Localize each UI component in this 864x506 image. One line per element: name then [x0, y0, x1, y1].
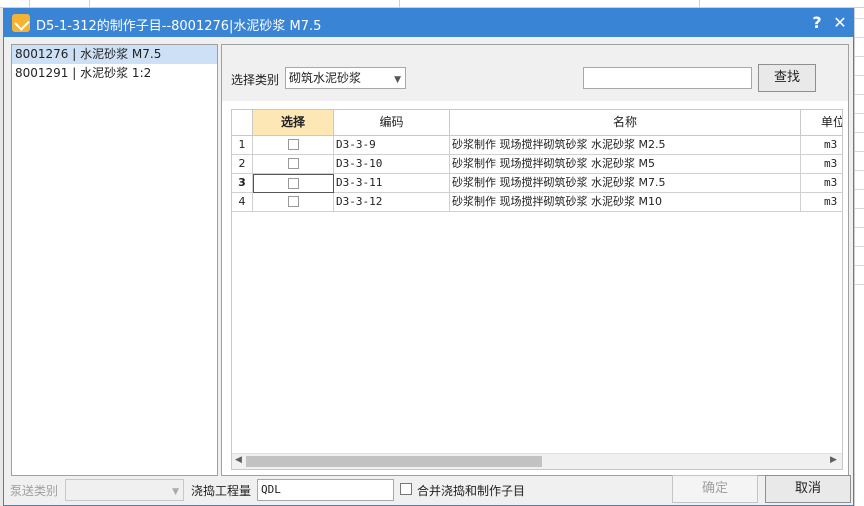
background-app-strip: [0, 0, 864, 8]
row-select-cell[interactable]: [253, 193, 334, 212]
row-code: D3-3-9: [334, 136, 450, 155]
row-number: 2: [232, 155, 253, 174]
row-unit: m3: [801, 136, 842, 155]
row-number: 1: [232, 136, 253, 155]
row-number: 4: [232, 193, 253, 212]
pour-quantity-input[interactable]: QDL: [257, 479, 394, 501]
row-code: D3-3-11: [334, 174, 450, 193]
row-unit: m3: [801, 155, 842, 174]
table-row[interactable]: 1 D3-3-9 砂浆制作 现场搅拌砌筑砂浆 水泥砂浆 M2.5 m3: [232, 136, 842, 155]
category-select[interactable]: 砌筑水泥砂浆 ▼: [285, 67, 406, 89]
row-number: 3: [232, 174, 253, 193]
scrollbar-thumb[interactable]: [246, 456, 542, 467]
filter-bar: 选择类别 砌筑水泥砂浆 ▼ 查找: [222, 45, 848, 101]
category-label: 选择类别: [231, 73, 280, 87]
header-name[interactable]: 名称: [450, 110, 801, 136]
row-select-cell[interactable]: [253, 155, 334, 174]
header-select[interactable]: 选择: [253, 110, 334, 136]
list-item-8001276[interactable]: 8001276 | 水泥砂浆 M7.5: [12, 45, 217, 64]
row-name: 砂浆制作 现场搅拌砌筑砂浆 水泥砂浆 M7.5: [450, 174, 801, 193]
dropdown-arrow-icon: ▼: [172, 487, 179, 497]
close-button[interactable]: ✕: [830, 13, 850, 33]
category-select-value: 砌筑水泥砂浆: [289, 71, 362, 85]
bottom-bar: 泵送类别 ▼ 浇捣工程量 QDL 合并浇捣和制作子目 确定 取消: [4, 475, 853, 505]
merge-label: 合并浇捣和制作子目: [417, 484, 526, 498]
table-row-current[interactable]: 3 D3-3-11 砂浆制作 现场搅拌砌筑砂浆 水泥砂浆 M7.5 m3: [232, 174, 842, 193]
row-select-cell[interactable]: [253, 174, 334, 193]
ok-button[interactable]: 确定: [672, 475, 758, 503]
pour-quantity-label: 浇捣工程量: [191, 484, 252, 498]
sub-item-dialog: D5-1-312的制作子目--8001276|水泥砂浆 M7.5 ? ✕ 800…: [3, 8, 854, 506]
list-item-8001291[interactable]: 8001291 | 水泥砂浆 1:2: [12, 64, 217, 83]
header-unit[interactable]: 单位: [801, 110, 842, 136]
help-button[interactable]: ?: [807, 13, 827, 33]
header-rownum: [232, 110, 253, 136]
row-checkbox[interactable]: [287, 195, 299, 207]
row-code: D3-3-10: [334, 155, 450, 174]
row-name: 砂浆制作 现场搅拌砌筑砂浆 水泥砂浆 M10: [450, 193, 801, 212]
dialog-title: D5-1-312的制作子目--8001276|水泥砂浆 M7.5: [36, 19, 322, 34]
sub-item-panel: 选择类别 砌筑水泥砂浆 ▼ 查找 选择 编码 名称 单位 1 D3-3-9 砂浆…: [221, 44, 849, 476]
table-row[interactable]: 4 D3-3-12 砂浆制作 现场搅拌砌筑砂浆 水泥砂浆 M10 m3: [232, 193, 842, 212]
scroll-left-icon[interactable]: ◀: [235, 455, 242, 465]
row-unit: m3: [801, 174, 842, 193]
row-name: 砂浆制作 现场搅拌砌筑砂浆 水泥砂浆 M2.5: [450, 136, 801, 155]
scroll-right-icon[interactable]: ▶: [830, 455, 837, 465]
dialog-titlebar[interactable]: D5-1-312的制作子目--8001276|水泥砂浆 M7.5 ? ✕: [4, 9, 853, 37]
cancel-button[interactable]: 取消: [765, 475, 851, 503]
sub-item-grid: 选择 编码 名称 单位 1 D3-3-9 砂浆制作 现场搅拌砌筑砂浆 水泥砂浆 …: [231, 109, 843, 470]
horizontal-scrollbar[interactable]: ◀ ▶: [232, 453, 842, 469]
row-checkbox[interactable]: [287, 157, 299, 169]
app-icon: [12, 14, 30, 32]
pump-type-label: 泵送类别: [10, 484, 59, 498]
material-list: 8001276 | 水泥砂浆 M7.5 8001291 | 水泥砂浆 1:2: [11, 44, 218, 476]
merge-checkbox[interactable]: [400, 483, 412, 495]
search-button[interactable]: 查找: [758, 64, 816, 92]
pump-type-select[interactable]: ▼: [65, 479, 184, 501]
header-code[interactable]: 编码: [334, 110, 450, 136]
row-unit: m3: [801, 193, 842, 212]
row-select-cell[interactable]: [253, 136, 334, 155]
row-name: 砂浆制作 现场搅拌砌筑砂浆 水泥砂浆 M5: [450, 155, 801, 174]
row-checkbox[interactable]: [287, 138, 299, 150]
background-app-right: [854, 8, 864, 506]
dropdown-arrow-icon: ▼: [394, 75, 401, 85]
row-checkbox[interactable]: [288, 177, 299, 189]
row-code: D3-3-12: [334, 193, 450, 212]
grid-header: 选择 编码 名称 单位: [232, 110, 842, 136]
search-input[interactable]: [583, 67, 752, 89]
table-row[interactable]: 2 D3-3-10 砂浆制作 现场搅拌砌筑砂浆 水泥砂浆 M5 m3: [232, 155, 842, 174]
